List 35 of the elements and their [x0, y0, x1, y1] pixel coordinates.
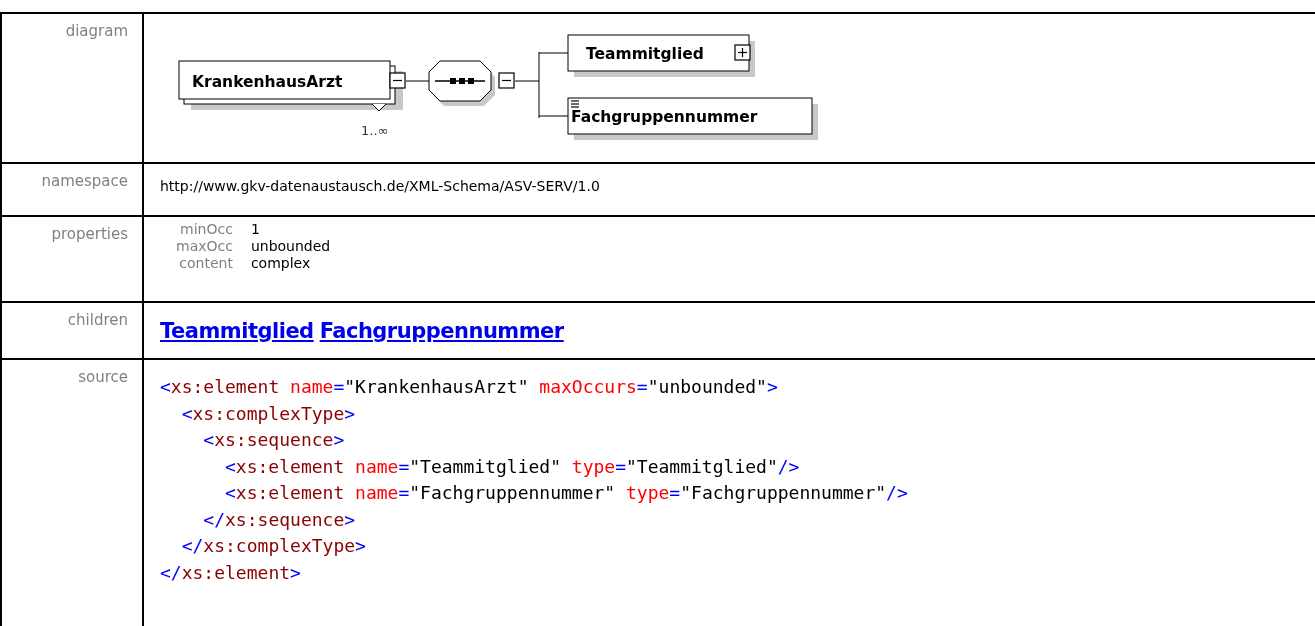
child-element-node[interactable]: [567, 97, 818, 140]
connector-line: [405, 80, 430, 82]
property-value: unbounded: [250, 238, 331, 254]
property-value: complex: [250, 255, 312, 271]
lines-icon: [570, 100, 580, 108]
sequence-node[interactable]: [428, 60, 495, 106]
child-element-name: Fachgruppennummer: [571, 108, 758, 126]
row-label: children: [67, 311, 128, 329]
property-name: maxOcc: [176, 238, 233, 254]
collapse-icon[interactable]: [389, 72, 406, 89]
occurrence-label: 1..∞: [361, 123, 389, 138]
code-line: <xs:complexType>: [180, 401, 357, 426]
code-line: <xs:element name="Teammitglied" type="Teammitglied"/>: [224, 454, 801, 479]
property-name: minOcc: [179, 221, 233, 237]
expand-icon[interactable]: [734, 44, 751, 61]
child-element-name: Teammitglied: [586, 45, 704, 63]
child-link[interactable]: Fachgruppennummer: [319, 319, 564, 343]
row-label: namespace: [41, 172, 128, 190]
property-name: content: [178, 255, 233, 271]
code-line: </xs:element>: [160, 560, 302, 585]
namespace-value: http://www.gkv-datenaustausch.de/XML-Schema/ASV-SERV/1.0: [160, 177, 600, 194]
child-element-node[interactable]: [567, 34, 755, 77]
code-line: <xs:sequence>: [202, 428, 346, 452]
code-line: <xs:element name="KrankenhausArzt" maxOccurs="unbounded">: [160, 375, 779, 399]
code-line: </xs:sequence>: [202, 507, 357, 532]
property-value: 1: [250, 221, 261, 237]
row-label: source: [78, 368, 128, 386]
element-node[interactable]: [178, 60, 403, 112]
child-link[interactable]: Teammitglied: [160, 319, 314, 343]
row-label: properties: [51, 225, 128, 243]
element-name: KrankenhausArzt: [192, 73, 343, 91]
code-line: </xs:complexType>: [180, 534, 367, 558]
code-line: <xs:element name="Fachgruppennummer" type="Fachgruppennummer"/>: [224, 481, 909, 505]
row-label: diagram: [65, 22, 128, 40]
collapse-icon[interactable]: [498, 72, 515, 89]
